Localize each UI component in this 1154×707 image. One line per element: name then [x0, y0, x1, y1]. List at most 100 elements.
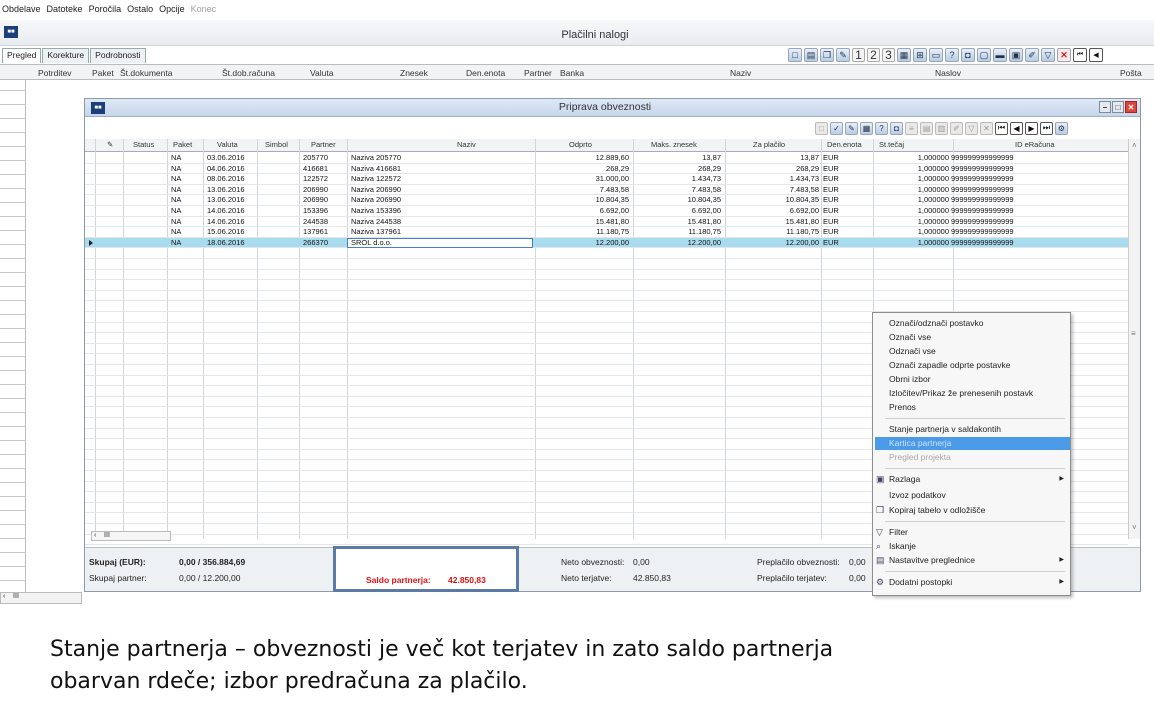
copy-icon[interactable]: ❐	[820, 48, 834, 62]
menu-item-filter[interactable]: ▽ Filter	[875, 526, 1070, 539]
cell-za-placilo[interactable]: 10.804,35	[725, 195, 819, 205]
table-row[interactable]	[85, 280, 1128, 291]
cell-naziv[interactable]: Naziva 416681	[351, 164, 531, 174]
col-id-eracuna[interactable]: ID eRačuna	[1015, 140, 1055, 149]
cell-odprto[interactable]: 12.200,00	[535, 238, 629, 248]
cell-maks[interactable]: 6.692,00	[633, 206, 721, 216]
cell-partner[interactable]: 206990	[303, 195, 345, 205]
cell-den[interactable]: EUR	[823, 185, 871, 195]
cell-naziv[interactable]: Naziva 206990	[351, 185, 531, 195]
table-row[interactable]: NA 08.06.2016 122572 Naziva 122572 31.000,00…	[85, 174, 1128, 185]
cell-maks[interactable]: 1.434,73	[633, 174, 721, 184]
scroll-up-icon[interactable]: ˄	[1132, 141, 1137, 150]
cell-valuta[interactable]: 14.06.2016	[207, 206, 255, 216]
col-naziv[interactable]: Naziv	[457, 140, 476, 149]
cell-maks[interactable]: 10.804,35	[633, 195, 721, 205]
settings-icon[interactable]: ⚙	[1055, 121, 1068, 135]
cell-den[interactable]: EUR	[823, 174, 871, 184]
cell-tecaj[interactable]: 1,000000	[875, 227, 949, 237]
col-naziv[interactable]: Naziv	[730, 68, 751, 78]
cell-za-placilo[interactable]: 15.481,80	[725, 217, 819, 227]
cell-naziv[interactable]: SROL d.o.o.	[351, 238, 531, 248]
col-naslov[interactable]: Naslov	[935, 68, 961, 78]
menu-item-izlocitev[interactable]: Izločitev/Prikaz že prenesenih postavk	[875, 387, 1070, 400]
last-record-icon[interactable]: ⏭	[1040, 121, 1053, 135]
table-row[interactable]	[85, 259, 1128, 270]
cell-naziv[interactable]: Naziva 153396	[351, 206, 531, 216]
menu-datoteke[interactable]: Datoteke	[47, 4, 83, 14]
cell-paket[interactable]: NA	[171, 185, 201, 195]
menu-item-dodatni-postopki[interactable]: ⚙ Dodatni postopki ▶	[875, 576, 1070, 589]
menu-item-izvoz-podatkov[interactable]: Izvoz podatkov	[875, 489, 1070, 502]
menu-item-oznaci-zapadle[interactable]: Označi zapadle odprte postavke	[875, 359, 1070, 372]
close-window-icon[interactable]: ✕	[1125, 101, 1137, 113]
tab-podrobnosti[interactable]: Podrobnosti	[90, 48, 146, 63]
cell-paket[interactable]: NA	[171, 174, 201, 184]
cell-id[interactable]: 999999999999999	[951, 174, 1051, 184]
cell-maks[interactable]: 268,29	[633, 164, 721, 174]
col-potrditev[interactable]: Potrditev	[38, 68, 72, 78]
cell-za-placilo[interactable]: 268,29	[725, 164, 819, 174]
menu-porocila[interactable]: Poročila	[89, 4, 122, 14]
prev-record-icon[interactable]: ◀	[1089, 48, 1103, 62]
col-partner[interactable]: Partner	[311, 140, 336, 149]
cell-den[interactable]: EUR	[823, 195, 871, 205]
col-valuta[interactable]: Valuta	[217, 140, 238, 149]
cell-partner[interactable]: 122572	[303, 174, 345, 184]
view-2-button[interactable]: 2	[867, 48, 880, 62]
col-valuta[interactable]: Valuta	[310, 68, 333, 78]
menu-ostalo[interactable]: Ostalo	[127, 4, 153, 14]
view-1-button[interactable]: 1	[852, 48, 865, 62]
col-odprto[interactable]: Odprto	[569, 140, 592, 149]
table-row[interactable]: NA 14.06.2016 244538 Naziva 244538 15.481,80…	[85, 217, 1128, 228]
cell-paket[interactable]: NA	[171, 153, 201, 163]
cell-valuta[interactable]: 15.06.2016	[207, 227, 255, 237]
table-row[interactable]: NA 15.06.2016 137961 Naziva 137961 11.180,75…	[85, 227, 1128, 238]
cell-tecaj[interactable]: 1,000000	[875, 217, 949, 227]
menu-item-oznaci-vse[interactable]: Označi vse	[875, 331, 1070, 344]
folder-icon[interactable]: ▬	[993, 48, 1007, 62]
cell-odprto[interactable]: 10.804,35	[535, 195, 629, 205]
col-st-dob-racuna[interactable]: Št.dob.računa	[222, 68, 275, 78]
monitor-icon[interactable]: ▭	[929, 48, 943, 62]
cell-partner[interactable]: 244538	[303, 217, 345, 227]
table-row[interactable]	[85, 301, 1128, 312]
cell-valuta[interactable]: 03.06.2016	[207, 153, 255, 163]
cell-tecaj[interactable]: 1,000000	[875, 206, 949, 216]
cell-naziv[interactable]: Naziva 122572	[351, 174, 531, 184]
menu-item-prenos[interactable]: Prenos	[875, 401, 1070, 414]
report-icon[interactable]: ▣	[1009, 48, 1023, 62]
col-banka[interactable]: Banka	[560, 68, 584, 78]
first-record-icon[interactable]: ⏮	[1073, 48, 1087, 62]
help-icon[interactable]: ?	[945, 48, 959, 62]
cell-id[interactable]: 999999999999999	[951, 206, 1051, 216]
cell-valuta[interactable]: 13.06.2016	[207, 195, 255, 205]
cell-paket[interactable]: NA	[171, 164, 201, 174]
col-posta[interactable]: Pošta	[1120, 68, 1142, 78]
col-partner[interactable]: Partner	[524, 68, 552, 78]
menu-item-nastavitve[interactable]: ▤ Nastavitve preglednice ▶	[875, 554, 1070, 567]
col-znesek[interactable]: Znesek	[400, 68, 428, 78]
menu-obdelave[interactable]: Obdelave	[2, 4, 41, 14]
cell-tecaj[interactable]: 1,000000	[875, 195, 949, 205]
minimize-icon[interactable]: –	[1099, 101, 1111, 113]
document-icon[interactable]: ▢	[977, 48, 991, 62]
first-record-icon[interactable]: ⏮	[995, 121, 1008, 135]
menu-item-razlaga[interactable]: ▣ Razlaga ▶	[875, 473, 1070, 486]
col-paket[interactable]: Paket	[92, 68, 114, 78]
cell-tecaj[interactable]: 1,000000	[875, 153, 949, 163]
table-row[interactable]: NA 13.06.2016 206990 Naziva 206990 10.804,35…	[85, 195, 1128, 206]
tree-icon[interactable]: ⊞	[913, 48, 927, 62]
cell-partner[interactable]: 416681	[303, 164, 345, 174]
cell-id[interactable]: 999999999999999	[951, 164, 1051, 174]
check-icon[interactable]: ✓	[830, 121, 843, 135]
grid-icon[interactable]: ▦	[897, 48, 911, 62]
cell-paket[interactable]: NA	[171, 195, 201, 205]
cell-den[interactable]: EUR	[823, 164, 871, 174]
cell-odprto[interactable]: 15.481,80	[535, 217, 629, 227]
cell-den[interactable]: EUR	[823, 217, 871, 227]
cell-maks[interactable]: 12.200,00	[633, 238, 721, 248]
tools-icon[interactable]: ✎	[836, 48, 850, 62]
cell-tecaj[interactable]: 1,000000	[875, 185, 949, 195]
cell-naziv[interactable]: Naziva 206990	[351, 195, 531, 205]
